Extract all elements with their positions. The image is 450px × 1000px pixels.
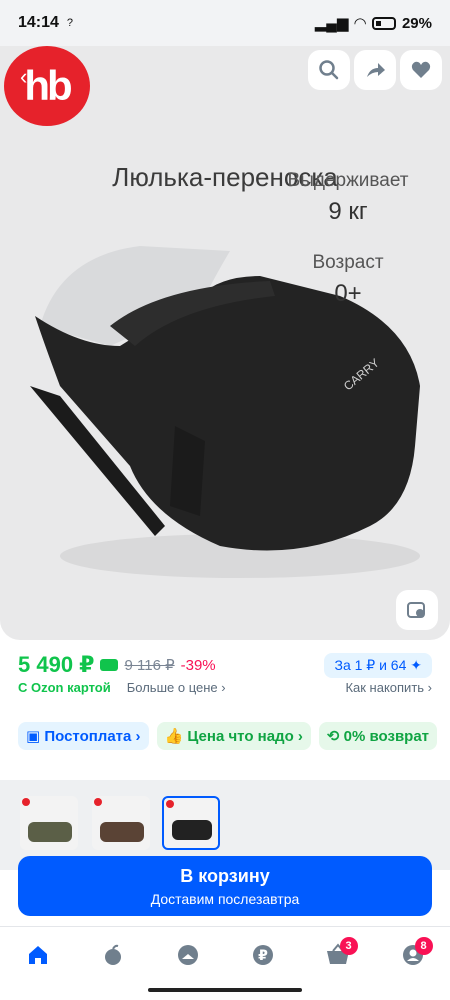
status-bar: 14:14 ? ▂▄▆ ◠ 29% (0, 0, 450, 46)
postpay-icon: ▣ (26, 728, 45, 745)
spec-weight: Выдерживает 9 кг (268, 170, 428, 226)
heart-icon (411, 61, 431, 78)
battery-icon (371, 16, 396, 30)
sim-icon: ? (66, 17, 74, 29)
current-price: 5 490 ₽ (18, 652, 95, 677)
benefit-chips: ▣ Постоплата › 👍 Цена что надо › ⟲ 0% во… (18, 722, 450, 750)
ruble-icon: ₽ (252, 944, 273, 965)
chip-good-price-label: Цена что надо (187, 727, 294, 745)
add-to-cart-label: В корзину (180, 866, 270, 886)
variant-thumb-olive[interactable] (20, 796, 78, 850)
ozon-card-icon (100, 659, 119, 671)
spec-weight-label: Выдерживает (287, 170, 409, 191)
photo-search-button[interactable] (396, 590, 438, 630)
more-about-price-link[interactable]: Больше о цене › (127, 680, 226, 700)
thumb-image (100, 822, 144, 842)
spec-age-value: 0+ (334, 280, 362, 307)
gesture-bar (148, 988, 302, 992)
cart-badge: 3 (339, 936, 358, 955)
ozon-card-label: С Ozon картой (18, 680, 111, 695)
thumb-logo-icon (22, 798, 30, 806)
nav-clothing[interactable] (168, 935, 208, 975)
chip-postpay-label: Постоплата (44, 727, 132, 745)
search-icon (319, 60, 339, 80)
variant-thumb-brown[interactable] (92, 796, 150, 850)
bassinet-image: CARRY (30, 246, 420, 578)
search-button[interactable] (308, 50, 350, 90)
home-icon (28, 945, 47, 964)
discount-badge: -39% (180, 656, 216, 674)
nav-home[interactable] (18, 935, 58, 975)
battery-level: 29% (401, 14, 432, 32)
nav-profile[interactable]: 8 (393, 935, 433, 975)
favorite-button[interactable] (400, 50, 442, 90)
how-to-accumulate-link[interactable]: Как накопить › (345, 680, 432, 700)
back-arrow-icon[interactable]: ‹ (20, 64, 27, 90)
signal-icon: ▂▄▆ (314, 15, 349, 32)
status-time: 14:14 (18, 14, 59, 31)
nav-cart[interactable]: 3 (318, 935, 358, 975)
bonus-points[interactable]: За 1 ₽ и 64 ✦ (324, 652, 432, 678)
wifi-icon: ◠ (354, 15, 366, 32)
delivery-label: Доставим послезавтра (150, 891, 300, 907)
thumb-image (172, 820, 212, 840)
thumbs-up-icon: 👍 (164, 728, 188, 745)
logo-text: hb (24, 62, 72, 109)
chip-good-price[interactable]: 👍 Цена что надо › (156, 722, 311, 750)
share-icon (367, 63, 385, 77)
product-image[interactable]: CARRY Люлька-переноска Выдерживает 9 кг … (0, 46, 450, 640)
nav-finance[interactable]: ₽ (243, 935, 283, 975)
thumb-logo-icon (166, 800, 174, 808)
sparkle-icon: ✦ (410, 656, 422, 673)
apple-icon (104, 944, 121, 965)
thumb-image (28, 822, 72, 842)
spec-age: Возраст 0+ (268, 252, 428, 308)
thumb-logo-icon (94, 798, 102, 806)
nav-fresh[interactable] (93, 935, 133, 975)
variant-thumb-black[interactable] (162, 796, 220, 850)
brand-logo: ‹ hb (4, 46, 90, 126)
image-search-icon (407, 602, 425, 618)
chip-return[interactable]: ⟲ 0% возврат (318, 722, 438, 750)
chip-postpay[interactable]: ▣ Постоплата › (18, 722, 149, 750)
bonus-label: За 1 ₽ и 64 (334, 656, 407, 673)
more-about-price-label: Больше о цене (126, 680, 218, 695)
share-button[interactable] (354, 50, 396, 90)
old-price: 9 116 ₽ (124, 657, 175, 674)
how-to-accumulate-label: Как накопить (345, 680, 425, 695)
profile-badge: 8 (414, 936, 433, 955)
spec-age-label: Возраст (312, 252, 384, 273)
chip-return-label: 0% возврат (343, 727, 430, 745)
price-sub-row: С Ozon картой Больше о цене › Как накопи… (18, 680, 432, 700)
spec-weight-value: 9 кг (328, 198, 368, 225)
return-icon: ⟲ (326, 728, 344, 745)
hanger-icon (177, 944, 198, 965)
add-to-cart-button[interactable]: В корзину Доставим послезавтра (18, 856, 432, 916)
status-right: ▂▄▆ ◠ 29% (314, 14, 432, 33)
bottom-nav: ₽ 3 8 (0, 926, 450, 982)
svg-text:₽: ₽ (258, 948, 268, 964)
price-row: 5 490 ₽ 9 116 ₽ -39% За 1 ₽ и 64 ✦ (18, 650, 432, 680)
